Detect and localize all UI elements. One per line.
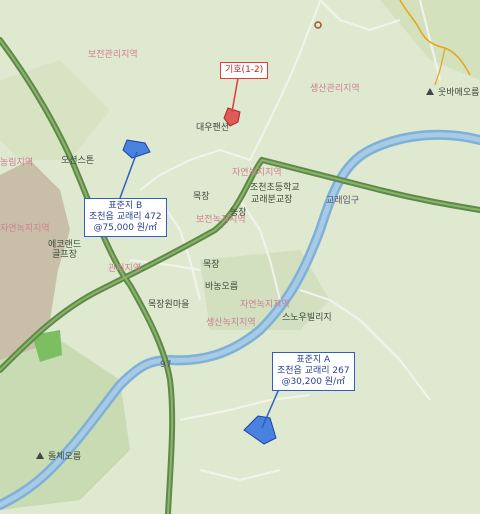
standard-a-price: @30,200 원/㎡	[281, 377, 346, 387]
leader-b	[119, 151, 138, 199]
map-canvas[interactable]: 보전관리지역 생산관리지역 농림지역 자연녹지지역 보전녹지지역 자연녹지지역 …	[0, 0, 480, 514]
place-label: 농장	[230, 208, 247, 218]
place-label: 웃바메오름	[438, 88, 480, 98]
land-patch	[0, 60, 110, 160]
place-label: 목장원마을	[148, 300, 190, 310]
place-label: 목장	[193, 192, 210, 202]
place-label: 바농오름	[205, 282, 239, 292]
land-patch	[0, 340, 130, 510]
place-label: 대우팬션	[196, 123, 230, 133]
poi-icon	[314, 21, 322, 29]
place-label: 목장	[203, 260, 220, 270]
district-label: 생산녹지지역	[206, 318, 256, 328]
parcel-a[interactable]	[243, 415, 277, 445]
standard-b-title: 표준지 B	[108, 201, 143, 211]
district-label: 생산관리지역	[310, 84, 360, 94]
target-title: 기호(1-2)	[225, 65, 264, 75]
district-label: 자연녹지지역	[0, 224, 50, 234]
district-label: 자연녹지지역	[232, 168, 282, 178]
place-label: 에코랜드 골프장	[48, 240, 82, 260]
target-callout[interactable]: 기호(1-2)	[220, 62, 269, 79]
standard-b-callout[interactable]: 표준지 B 조천읍 교래리 472 @75,000 원/㎡	[84, 198, 167, 237]
road-label: 교래입구	[326, 196, 360, 206]
district-label: 보전관리지역	[88, 50, 138, 60]
standard-b-price: @75,000 원/㎡	[93, 223, 158, 233]
leader-target	[231, 77, 239, 113]
standard-b-address: 조천읍 교래리 472	[89, 212, 162, 222]
standard-a-address: 조천읍 교래리 267	[277, 366, 350, 376]
place-label: 교래분교장	[251, 195, 293, 205]
place-label: 조천초등학교	[250, 183, 300, 193]
standard-a-title: 표준지 A	[296, 355, 331, 365]
district-label: 관리지역	[108, 264, 142, 274]
district-label: 농림지역	[0, 158, 34, 168]
standard-a-callout[interactable]: 표준지 A 조천읍 교래리 267 @30,200 원/㎡	[272, 352, 355, 391]
peak-icon	[426, 88, 434, 95]
road-number: 97	[160, 360, 172, 370]
place-label: 오션스톤	[61, 156, 95, 166]
place-label: 스노우빌리지	[282, 313, 332, 323]
place-label: 돌체오름	[48, 452, 82, 462]
district-label: 자연녹지지역	[240, 300, 290, 310]
